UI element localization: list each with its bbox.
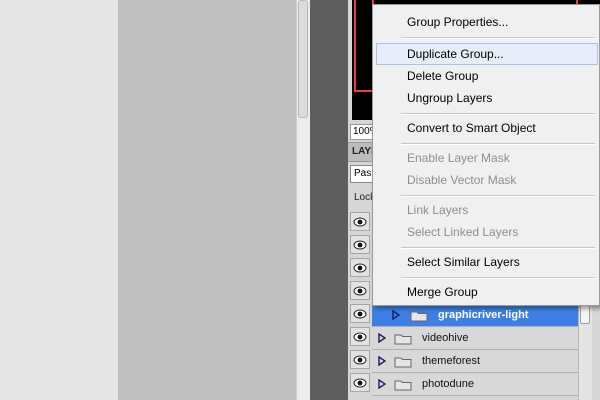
eye-icon[interactable] bbox=[350, 212, 370, 231]
menu-item-duplicate-group[interactable]: Duplicate Group... bbox=[376, 43, 598, 65]
folder-icon bbox=[410, 310, 428, 325]
canvas-background bbox=[0, 0, 118, 400]
eye-icon[interactable] bbox=[350, 258, 370, 277]
eye-icon[interactable] bbox=[350, 327, 370, 346]
menu-separator bbox=[401, 277, 595, 279]
menu-separator bbox=[401, 195, 595, 197]
layer-name: themeforest bbox=[422, 355, 481, 367]
menu-separator bbox=[401, 247, 595, 249]
eye-icon[interactable] bbox=[350, 350, 370, 369]
menu-separator bbox=[401, 143, 595, 145]
workspace-gutter bbox=[310, 0, 348, 400]
tab-layers[interactable]: LAYERS bbox=[352, 146, 374, 157]
layer-row-themeforest[interactable]: themeforest bbox=[372, 351, 578, 373]
menu-item-merge-group[interactable]: Merge Group bbox=[376, 281, 598, 303]
menu-item-ungroup-layers[interactable]: Ungroup Layers bbox=[376, 87, 598, 109]
menu-item-select-similar-layers[interactable]: Select Similar Layers bbox=[376, 251, 598, 273]
menu-separator bbox=[401, 37, 595, 39]
layer-row-videohive[interactable]: videohive bbox=[372, 328, 578, 350]
menu-item-disable-vector-mask: Disable Vector Mask bbox=[407, 173, 517, 187]
expand-triangle-icon[interactable] bbox=[392, 309, 401, 323]
layer-name: graphicriver-light bbox=[438, 309, 529, 321]
menu-item-link-layers: Link Layers bbox=[407, 203, 469, 217]
expand-triangle-icon[interactable] bbox=[378, 355, 387, 369]
eye-icon[interactable] bbox=[350, 281, 370, 300]
eye-icon[interactable] bbox=[350, 235, 370, 254]
layer-name: videohive bbox=[422, 332, 469, 344]
layer-row-graphicriver-light[interactable]: graphicriver-light bbox=[372, 305, 578, 327]
expand-triangle-icon[interactable] bbox=[378, 378, 387, 392]
eye-icon[interactable] bbox=[350, 304, 370, 323]
eye-icon[interactable] bbox=[350, 373, 370, 392]
canvas-pasteboard bbox=[118, 0, 296, 400]
menu-item-delete-group[interactable]: Delete Group bbox=[376, 65, 598, 87]
folder-icon bbox=[394, 333, 412, 348]
navigator-view-frame[interactable] bbox=[354, 0, 374, 92]
folder-icon bbox=[394, 379, 412, 394]
menu-separator bbox=[401, 113, 595, 115]
layer-context-menu: Group Properties... Duplicate Group... D… bbox=[372, 4, 600, 306]
canvas-scrollbar-thumb[interactable] bbox=[298, 0, 308, 118]
menu-item-select-linked-layers: Select Linked Layers bbox=[407, 225, 519, 239]
navigator-zoom-field[interactable]: 100% bbox=[350, 124, 374, 140]
expand-triangle-icon[interactable] bbox=[378, 332, 387, 346]
menu-item-group-properties[interactable]: Group Properties... bbox=[376, 11, 598, 33]
layer-name: photodune bbox=[422, 378, 474, 390]
layer-row-photodune[interactable]: photodune bbox=[372, 374, 578, 396]
menu-item-convert-to-smart-object[interactable]: Convert to Smart Object bbox=[376, 117, 598, 139]
menu-item-enable-layer-mask: Enable Layer Mask bbox=[407, 151, 510, 165]
folder-icon bbox=[394, 356, 412, 371]
